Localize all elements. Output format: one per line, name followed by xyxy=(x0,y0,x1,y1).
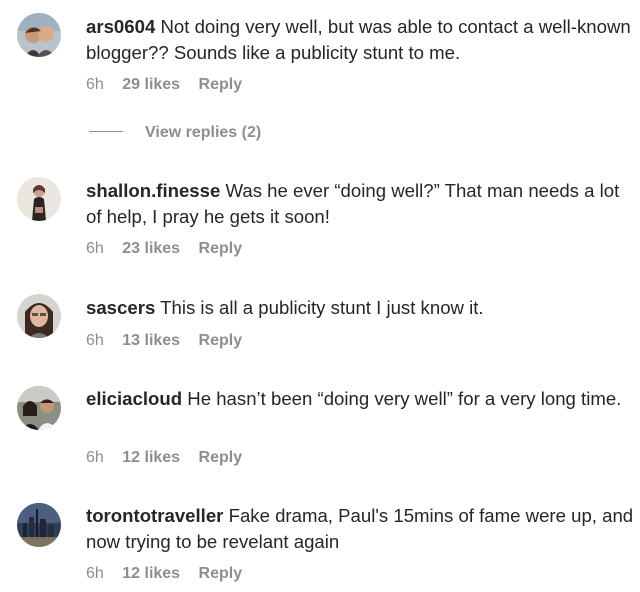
view-replies-button[interactable]: View replies (2) xyxy=(89,122,261,144)
comment-text: sascers This is all a publicity stunt I … xyxy=(86,295,634,321)
comment-meta: 6h 12 likes Reply xyxy=(86,564,256,584)
avatar[interactable] xyxy=(17,13,61,57)
comment-username[interactable]: torontotraveller xyxy=(86,505,223,526)
comment-likes[interactable]: 13 likes xyxy=(122,331,180,351)
avatar[interactable] xyxy=(17,386,61,430)
comment-meta: 6h 12 likes Reply xyxy=(86,448,256,468)
view-replies-label: View replies (2) xyxy=(145,124,262,141)
comment-body: He hasn’t been “doing very well” for a v… xyxy=(187,388,622,409)
comment-body: Not doing very well, but was able to con… xyxy=(86,16,631,63)
comment-username[interactable]: eliciacloud xyxy=(86,388,182,409)
comment-likes[interactable]: 29 likes xyxy=(122,75,180,95)
comment-username[interactable]: sascers xyxy=(86,297,155,318)
reply-button[interactable]: Reply xyxy=(199,75,243,95)
reply-button[interactable]: Reply xyxy=(199,239,243,259)
comment-time: 6h xyxy=(86,240,104,257)
comment-meta: 6h 13 likes Reply xyxy=(86,331,256,351)
comment-meta: 6h 23 likes Reply xyxy=(86,239,256,259)
comment-time: 6h xyxy=(86,449,104,466)
comment-meta: 6h 29 likes Reply xyxy=(86,75,256,95)
reply-button[interactable]: Reply xyxy=(199,448,243,468)
comment-time: 6h xyxy=(86,565,104,582)
comment-username[interactable]: ars0604 xyxy=(86,16,155,37)
comment-body: This is all a publicity stunt I just kno… xyxy=(160,297,484,318)
reply-button[interactable]: Reply xyxy=(199,564,243,584)
reply-button[interactable]: Reply xyxy=(199,331,243,351)
comment-text: torontotraveller Fake drama, Paul's 15mi… xyxy=(86,503,634,555)
comment-text: ars0604 Not doing very well, but was abl… xyxy=(86,14,634,66)
avatar[interactable] xyxy=(17,503,61,547)
comment-likes[interactable]: 12 likes xyxy=(122,564,180,584)
comment-time: 6h xyxy=(86,332,104,349)
replies-dash-divider xyxy=(89,131,123,133)
comment-time: 6h xyxy=(86,76,104,93)
avatar[interactable] xyxy=(17,294,61,338)
comment-likes[interactable]: 12 likes xyxy=(122,448,180,468)
comment-text: shallon.finesse Was he ever “doing well?… xyxy=(86,178,634,230)
comment-likes[interactable]: 23 likes xyxy=(122,239,180,259)
avatar[interactable] xyxy=(17,177,61,221)
comment-username[interactable]: shallon.finesse xyxy=(86,180,220,201)
comment-text: eliciacloud He hasn’t been “doing very w… xyxy=(86,386,634,412)
